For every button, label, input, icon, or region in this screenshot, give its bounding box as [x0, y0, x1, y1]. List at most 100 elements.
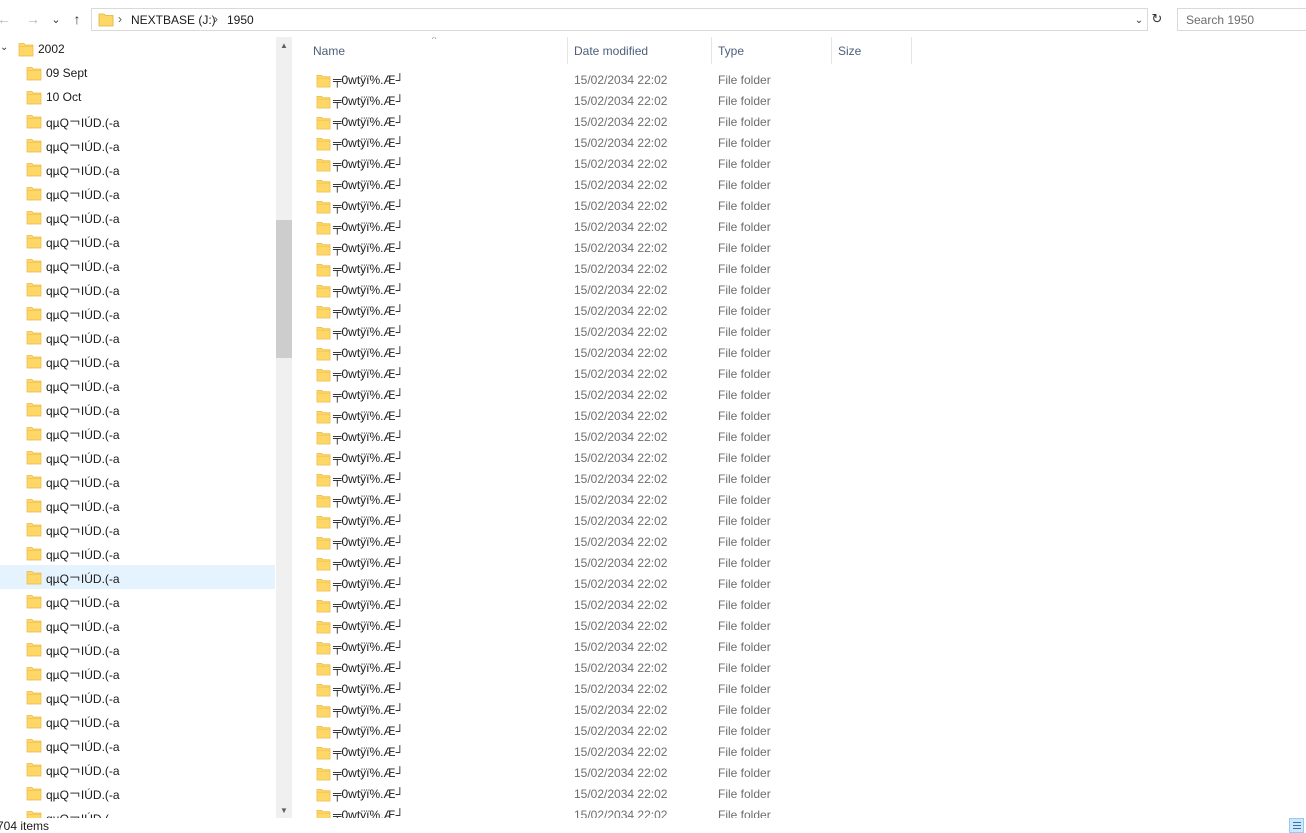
nav-tree-item-label: qµQ￢IÚD.(-a [46, 716, 120, 730]
nav-tree-item[interactable]: qµQ￢IÚD.(-a [0, 325, 275, 349]
column-header-size[interactable]: Size [832, 37, 911, 64]
file-row[interactable]: ╤0wtÿï%.Æ┘ 15/02/2034 22:02 File folder [292, 678, 912, 699]
file-row[interactable]: ╤0wtÿï%.Æ┘ 15/02/2034 22:02 File folder [292, 468, 912, 489]
file-row[interactable]: ╤0wtÿï%.Æ┘ 15/02/2034 22:02 File folder [292, 657, 912, 678]
nav-tree-item[interactable]: qµQ￢IÚD.(-a [0, 565, 275, 589]
file-row[interactable]: ╤0wtÿï%.Æ┘ 15/02/2034 22:02 File folder [292, 363, 912, 384]
nav-tree-item[interactable]: qµQ￢IÚD.(-a [0, 517, 275, 541]
file-row[interactable]: ╤0wtÿï%.Æ┘ 15/02/2034 22:02 File folder [292, 132, 912, 153]
file-row[interactable]: ╤0wtÿï%.Æ┘ 15/02/2034 22:02 File folder [292, 510, 912, 531]
file-row[interactable]: ╤0wtÿï%.Æ┘ 15/02/2034 22:02 File folder [292, 405, 912, 426]
scroll-down-arrow-icon[interactable]: ▼ [276, 802, 292, 818]
column-divider[interactable] [911, 37, 912, 64]
nav-tree-item[interactable]: qµQ￢IÚD.(-a [0, 157, 275, 181]
nav-tree-item[interactable]: 10 Oct [0, 85, 275, 109]
nav-tree-item[interactable]: qµQ￢IÚD.(-a [0, 661, 275, 685]
file-name: ╤0wtÿï%.Æ┘ [333, 556, 405, 570]
nav-tree-item[interactable]: qµQ￢IÚD.(-a [0, 589, 275, 613]
address-dropdown-button[interactable]: ⌄ [1132, 12, 1146, 28]
file-row[interactable]: ╤0wtÿï%.Æ┘ 15/02/2034 22:02 File folder [292, 552, 912, 573]
file-date-modified: 15/02/2034 22:02 [574, 703, 668, 717]
nav-tree-item[interactable]: qµQ￢IÚD.(-a [0, 781, 275, 805]
column-header-name[interactable]: Name ^ [292, 37, 567, 64]
file-row[interactable]: ╤0wtÿï%.Æ┘ 15/02/2034 22:02 File folder [292, 594, 912, 615]
nav-tree-item[interactable]: qµQ￢IÚD.(-a [0, 709, 275, 733]
nav-tree-item[interactable]: qµQ￢IÚD.(-a [0, 181, 275, 205]
nav-tree-item[interactable]: qµQ￢IÚD.(-a [0, 301, 275, 325]
refresh-button[interactable]: ↻ [1149, 9, 1165, 29]
search-input[interactable] [1186, 10, 1306, 30]
nav-tree-item[interactable]: qµQ￢IÚD.(-a [0, 253, 275, 277]
file-row[interactable]: ╤0wtÿï%.Æ┘ 15/02/2034 22:02 File folder [292, 699, 912, 720]
column-header-type[interactable]: Type [712, 37, 831, 64]
file-row[interactable]: ╤0wtÿï%.Æ┘ 15/02/2034 22:02 File folder [292, 258, 912, 279]
folder-icon [26, 497, 42, 516]
file-row[interactable]: ╤0wtÿï%.Æ┘ 15/02/2034 22:02 File folder [292, 783, 912, 804]
file-row[interactable]: ╤0wtÿï%.Æ┘ 15/02/2034 22:02 File folder [292, 804, 912, 818]
file-row[interactable]: ╤0wtÿï%.Æ┘ 15/02/2034 22:02 File folder [292, 174, 912, 195]
breadcrumb-folder[interactable]: 1950 [227, 13, 254, 27]
scrollbar-thumb[interactable] [276, 220, 292, 358]
file-row[interactable]: ╤0wtÿï%.Æ┘ 15/02/2034 22:02 File folder [292, 279, 912, 300]
nav-tree-item[interactable]: qµQ￢IÚD.(-a [0, 277, 275, 301]
file-row[interactable]: ╤0wtÿï%.Æ┘ 15/02/2034 22:02 File folder [292, 384, 912, 405]
file-row[interactable]: ╤0wtÿï%.Æ┘ 15/02/2034 22:02 File folder [292, 300, 912, 321]
nav-tree-item[interactable]: 09 Sept [0, 61, 275, 85]
nav-tree-item[interactable]: qµQ￢IÚD.(-a [0, 541, 275, 565]
file-row[interactable]: ╤0wtÿï%.Æ┘ 15/02/2034 22:02 File folder [292, 426, 912, 447]
file-row[interactable]: ╤0wtÿï%.Æ┘ 15/02/2034 22:02 File folder [292, 342, 912, 363]
nav-tree-item[interactable]: qµQ￢IÚD.(-a [0, 469, 275, 493]
nav-tree-item[interactable]: qµQ￢IÚD.(-a [0, 229, 275, 253]
file-row[interactable]: ╤0wtÿï%.Æ┘ 15/02/2034 22:02 File folder [292, 447, 912, 468]
file-row[interactable]: ╤0wtÿï%.Æ┘ 15/02/2034 22:02 File folder [292, 762, 912, 783]
details-view-icon[interactable] [1289, 818, 1304, 833]
back-button[interactable]: ← [0, 9, 13, 29]
address-bar[interactable]: › NEXTBASE (J:) › 1950 ⌄ [91, 8, 1148, 31]
file-row[interactable]: ╤0wtÿï%.Æ┘ 15/02/2034 22:02 File folder [292, 615, 912, 636]
scroll-up-arrow-icon[interactable]: ▲ [276, 37, 292, 53]
nav-tree-item[interactable]: qµQ￢IÚD.(-a [0, 205, 275, 229]
nav-tree-item[interactable]: qµQ￢IÚD.(-a [0, 445, 275, 469]
file-row[interactable]: ╤0wtÿï%.Æ┘ 15/02/2034 22:02 File folder [292, 741, 912, 762]
navigation-scrollbar[interactable]: ▲ ▼ [276, 37, 292, 818]
recent-locations-button[interactable]: ⌄ [47, 9, 65, 29]
nav-tree-item[interactable]: qµQ￢IÚD.(- [0, 805, 275, 818]
nav-tree-item[interactable]: ⌄ 2002 [0, 37, 275, 61]
file-row[interactable]: ╤0wtÿï%.Æ┘ 15/02/2034 22:02 File folder [292, 90, 912, 111]
file-row[interactable]: ╤0wtÿï%.Æ┘ 15/02/2034 22:02 File folder [292, 489, 912, 510]
breadcrumb-drive[interactable]: NEXTBASE (J:) [131, 13, 216, 27]
search-box[interactable] [1177, 8, 1306, 31]
file-date-modified: 15/02/2034 22:02 [574, 178, 668, 192]
up-button[interactable]: ↑ [68, 9, 86, 29]
file-row[interactable]: ╤0wtÿï%.Æ┘ 15/02/2034 22:02 File folder [292, 195, 912, 216]
nav-tree-item[interactable]: qµQ￢IÚD.(-a [0, 613, 275, 637]
folder-icon [316, 325, 331, 343]
nav-tree-item[interactable]: qµQ￢IÚD.(-a [0, 421, 275, 445]
file-row[interactable]: ╤0wtÿï%.Æ┘ 15/02/2034 22:02 File folder [292, 216, 912, 237]
expand-chevron-icon[interactable]: ⌄ [0, 42, 8, 53]
nav-tree-item[interactable]: qµQ￢IÚD.(-a [0, 637, 275, 661]
file-type: File folder [718, 640, 771, 654]
nav-tree-item[interactable]: qµQ￢IÚD.(-a [0, 349, 275, 373]
file-row[interactable]: ╤0wtÿï%.Æ┘ 15/02/2034 22:02 File folder [292, 111, 912, 132]
file-row[interactable]: ╤0wtÿï%.Æ┘ 15/02/2034 22:02 File folder [292, 321, 912, 342]
folder-icon [26, 257, 42, 276]
nav-tree-item[interactable]: qµQ￢IÚD.(-a [0, 397, 275, 421]
nav-tree-item[interactable]: qµQ￢IÚD.(-a [0, 133, 275, 157]
file-row[interactable]: ╤0wtÿï%.Æ┘ 15/02/2034 22:02 File folder [292, 636, 912, 657]
folder-icon [316, 493, 331, 511]
nav-tree-item[interactable]: qµQ￢IÚD.(-a [0, 757, 275, 781]
file-row[interactable]: ╤0wtÿï%.Æ┘ 15/02/2034 22:02 File folder [292, 69, 912, 90]
nav-tree-item[interactable]: qµQ￢IÚD.(-a [0, 493, 275, 517]
file-row[interactable]: ╤0wtÿï%.Æ┘ 15/02/2034 22:02 File folder [292, 153, 912, 174]
forward-button[interactable]: → [24, 9, 42, 29]
nav-tree-item[interactable]: qµQ￢IÚD.(-a [0, 109, 275, 133]
column-header-date-modified[interactable]: Date modified [568, 37, 711, 64]
file-row[interactable]: ╤0wtÿï%.Æ┘ 15/02/2034 22:02 File folder [292, 237, 912, 258]
nav-tree-item[interactable]: qµQ￢IÚD.(-a [0, 373, 275, 397]
nav-tree-item[interactable]: qµQ￢IÚD.(-a [0, 733, 275, 757]
file-row[interactable]: ╤0wtÿï%.Æ┘ 15/02/2034 22:02 File folder [292, 573, 912, 594]
file-row[interactable]: ╤0wtÿï%.Æ┘ 15/02/2034 22:02 File folder [292, 531, 912, 552]
nav-tree-item[interactable]: qµQ￢IÚD.(-a [0, 685, 275, 709]
file-row[interactable]: ╤0wtÿï%.Æ┘ 15/02/2034 22:02 File folder [292, 720, 912, 741]
